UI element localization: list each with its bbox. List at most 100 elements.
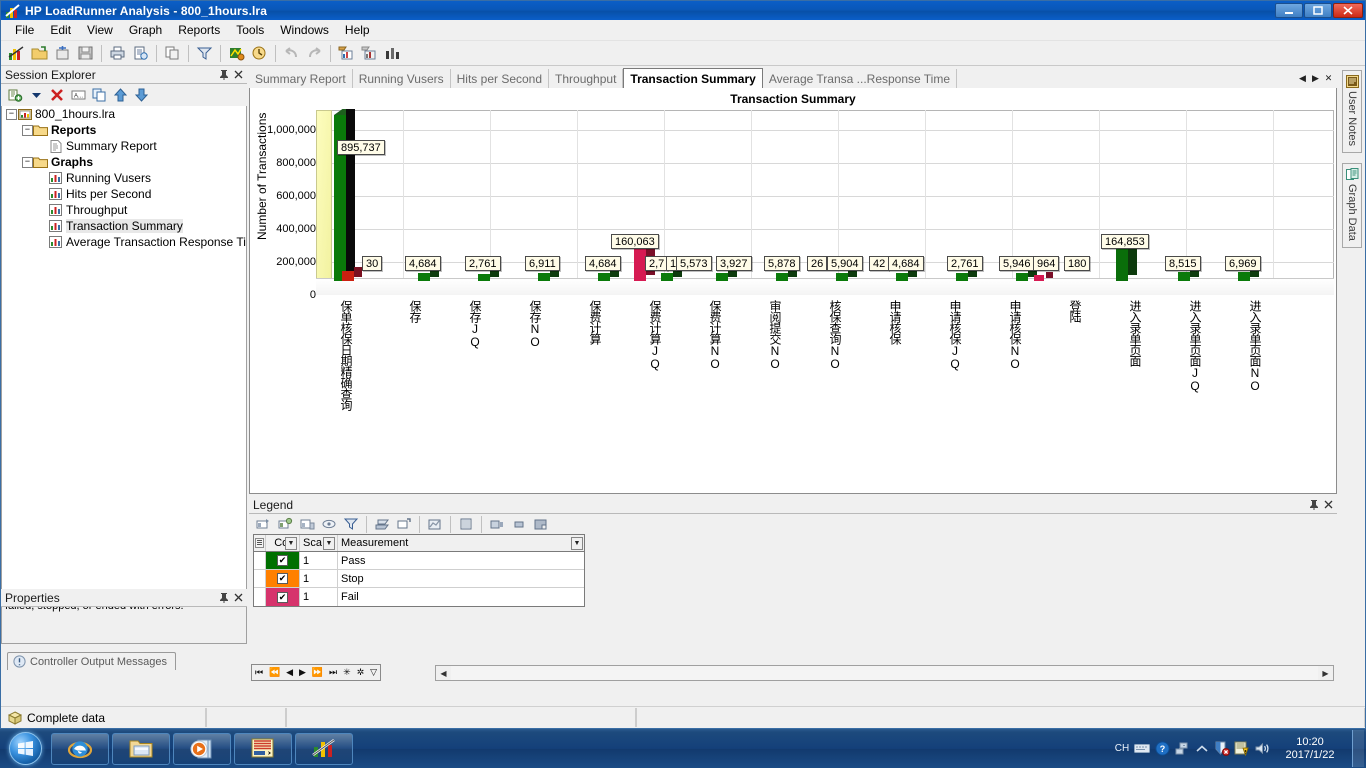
legend-row-stop[interactable]: ✔ 1 Stop (254, 570, 584, 588)
tree-node-transaction-summary[interactable]: Transaction Summary (2, 218, 246, 234)
auto-correlate-icon[interactable] (248, 43, 270, 64)
rename-icon[interactable]: A... (68, 86, 88, 105)
tab-close-icon[interactable]: ✕ (1322, 71, 1335, 86)
show-desktop-button[interactable] (1352, 730, 1364, 767)
taskbar-media-player[interactable] (173, 732, 231, 765)
nav-new[interactable]: ✳ (340, 667, 353, 678)
chevron-down-icon[interactable]: ▼ (571, 536, 583, 550)
show-all-icon[interactable] (455, 515, 476, 533)
print-icon[interactable] (106, 43, 128, 64)
row-selector-header[interactable] (254, 535, 266, 551)
close-icon[interactable] (231, 591, 245, 605)
expander-icon[interactable]: − (22, 124, 33, 136)
taskbar-loadrunner-controller[interactable] (234, 732, 292, 765)
compare-graphs-icon[interactable] (381, 43, 403, 64)
nav-new-alt[interactable]: ✲ (354, 667, 367, 678)
tab-prev-icon[interactable]: ◀ (1296, 71, 1309, 86)
legend-checkbox[interactable]: ✔ (277, 555, 288, 566)
overlay-icon[interactable] (393, 515, 414, 533)
filter-icon[interactable] (193, 43, 215, 64)
close-button[interactable] (1333, 3, 1363, 18)
tree-node-graphs[interactable]: − Graphs (2, 154, 246, 170)
action-center-icon[interactable] (1232, 738, 1252, 760)
volume-icon[interactable] (1252, 738, 1272, 760)
tree-node-running-vusers[interactable]: Running Vusers (2, 170, 246, 186)
move-down-icon[interactable] (131, 86, 151, 105)
pin-icon[interactable] (217, 68, 231, 82)
hide-icon[interactable] (486, 515, 507, 533)
vtab-user-notes[interactable]: User Notes (1342, 70, 1362, 154)
network-icon[interactable] (1172, 738, 1192, 760)
merge-icon[interactable] (371, 515, 392, 533)
nav-first[interactable]: ⏮ (252, 667, 266, 678)
tab-controller-output-messages[interactable]: Controller Output Messages (7, 652, 176, 670)
tree-node-hits-per-second[interactable]: Hits per Second (2, 186, 246, 202)
scroll-left-icon[interactable]: ◀ (436, 666, 451, 680)
minimize-button[interactable] (1275, 3, 1303, 18)
close-icon[interactable] (231, 68, 245, 82)
session-tree[interactable]: − 800_1hours.lra − Reports Summary Repor… (1, 106, 247, 656)
merge-graphs-icon[interactable] (335, 43, 357, 64)
show-graph-details-icon[interactable] (252, 515, 273, 533)
nav-next-page[interactable]: ⏩ (309, 667, 326, 678)
show-icon[interactable] (508, 515, 529, 533)
set-granularity-icon[interactable] (225, 43, 247, 64)
tab-hits-per-second[interactable]: Hits per Second (451, 69, 550, 88)
security-alert-icon[interactable] (1212, 738, 1232, 760)
tab-next-icon[interactable]: ▶ (1309, 71, 1322, 86)
taskbar-internet-explorer[interactable] (51, 732, 109, 765)
tree-node-summary-report[interactable]: Summary Report (2, 138, 246, 154)
nav-prev[interactable]: ◀ (283, 667, 296, 678)
save-icon[interactable] (74, 43, 96, 64)
nav-last[interactable]: ⏭ (326, 667, 340, 678)
scroll-right-icon[interactable]: ▶ (1318, 666, 1333, 680)
help-icon[interactable]: ? (1152, 738, 1172, 760)
menu-reports[interactable]: Reports (170, 21, 228, 39)
tree-node-reports[interactable]: − Reports (2, 122, 246, 138)
menu-view[interactable]: View (79, 21, 121, 39)
move-up-icon[interactable] (110, 86, 130, 105)
auto-correlate-icon[interactable] (424, 515, 445, 533)
nav-filter[interactable]: ▽ (367, 667, 380, 678)
row-selector[interactable] (254, 570, 266, 587)
chevron-down-icon[interactable]: ▼ (285, 536, 297, 550)
taskbar-windows-explorer[interactable] (112, 732, 170, 765)
legend-checkbox[interactable]: ✔ (277, 591, 288, 603)
menu-edit[interactable]: Edit (42, 21, 79, 39)
legend-record-navigator[interactable]: ⏮ ⏪ ◀ ▶ ⏩ ⏭ ✳ ✲ ▽ (251, 664, 381, 681)
open-session-icon[interactable] (28, 43, 50, 64)
expander-icon[interactable]: − (22, 156, 33, 168)
expander-icon[interactable]: − (6, 108, 17, 120)
keyboard-icon[interactable] (1132, 738, 1152, 760)
set-granularity-icon[interactable] (296, 515, 317, 533)
legend-row-fail[interactable]: ✔ 1 Fail (254, 588, 584, 606)
overlay-graphs-icon[interactable] (358, 43, 380, 64)
nav-next[interactable]: ▶ (296, 667, 309, 678)
tree-node-throughput[interactable]: Throughput (2, 202, 246, 218)
pin-icon[interactable] (1307, 498, 1321, 512)
tab-average-transaction-response-time[interactable]: Average Transa ...Response Time (763, 69, 958, 88)
copy-graph-icon[interactable] (161, 43, 183, 64)
tab-summary-report[interactable]: Summary Report (249, 69, 353, 88)
col-header-color[interactable]: Col ▼ (266, 535, 300, 551)
tree-node-root[interactable]: − 800_1hours.lra (2, 106, 246, 122)
pin-icon[interactable] (217, 591, 231, 605)
chevron-down-icon[interactable]: ▼ (323, 536, 335, 550)
col-header-measurement[interactable]: Measurement ▼ (338, 535, 584, 551)
menu-help[interactable]: Help (337, 21, 378, 39)
tab-throughput[interactable]: Throughput (549, 69, 624, 88)
row-selector[interactable] (254, 588, 266, 606)
menu-graph[interactable]: Graph (121, 21, 170, 39)
ime-indicator[interactable]: CH (1112, 738, 1132, 760)
filter-icon[interactable] (340, 515, 361, 533)
add-item-icon[interactable] (5, 86, 25, 105)
col-header-scale[interactable]: Sca ▼ (300, 535, 338, 551)
nav-prev-page[interactable]: ⏪ (266, 667, 283, 678)
taskbar-clock[interactable]: 10:20 2017/1/22 (1272, 736, 1348, 762)
legend-row-pass[interactable]: ✔ 1 Pass (254, 552, 584, 570)
configure-measurements-icon[interactable] (274, 515, 295, 533)
duplicate-icon[interactable] (89, 86, 109, 105)
dropdown-arrow-icon[interactable] (26, 86, 46, 105)
legend-checkbox[interactable]: ✔ (277, 573, 288, 584)
menu-tools[interactable]: Tools (228, 21, 272, 39)
